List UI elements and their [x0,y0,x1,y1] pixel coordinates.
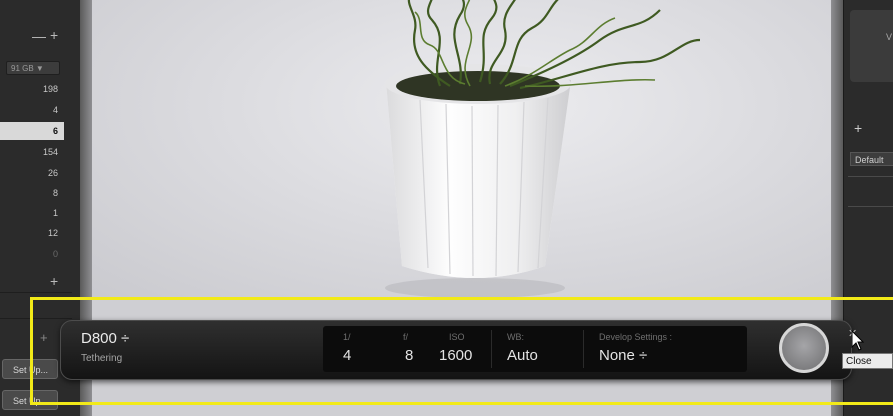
capture-shutter-button[interactable] [779,323,829,373]
folder-count[interactable]: 0 [0,245,64,263]
tether-capture-bar: D800 ÷ Tethering 1/ 4 f/ 8 ISO 1600 WB: … [60,320,857,380]
setup-button[interactable]: Set Up... [2,359,58,379]
develop-settings-label: Develop Settings : [599,332,673,342]
preset-dropdown[interactable]: Default [850,152,893,166]
folder-count[interactable]: 12 [0,224,64,242]
divider [491,330,492,368]
shutter-speed-label: 1/ [343,332,351,342]
camera-settings-panel: 1/ 4 f/ 8 ISO 1600 WB: Auto Develop Sett… [323,326,747,372]
divider [0,292,72,293]
add-preset-plus-icon[interactable]: + [854,120,862,136]
aperture-value: 8 [405,347,414,364]
folder-count[interactable]: 1 [0,204,64,222]
photo-preview [80,0,843,300]
camera-selector[interactable]: D800 ÷ [81,330,129,347]
folder-count[interactable]: 26 [0,164,64,182]
iso-value: 1600 [439,347,473,364]
divider [0,318,72,319]
folder-count[interactable]: 8 [0,184,64,202]
white-balance-value: Auto [507,347,538,364]
develop-settings-dropdown[interactable]: None ÷ [599,347,647,364]
panel-text: V [886,32,893,42]
divider [848,206,893,207]
close-tooltip: Close [842,353,893,369]
folder-count-selected[interactable]: 6 [0,122,64,140]
storage-dropdown[interactable]: 91 GB ▼ [6,61,60,75]
mouse-cursor-icon [851,330,865,351]
folder-count[interactable]: 198 [0,80,64,98]
add-collection-plus-icon[interactable]: + [50,273,58,289]
shutter-speed-value: 4 [343,347,352,364]
plant-pot-image [385,0,701,298]
folder-count[interactable]: 4 [0,101,64,119]
folder-count[interactable]: 154 [0,143,64,161]
divider [848,176,893,177]
divider [583,330,584,368]
add-plus-icon[interactable]: + [40,330,48,345]
histogram-box [850,10,893,82]
setup-button-2[interactable]: Set Up... [2,390,58,410]
collapse-minus-icon[interactable]: — [32,28,46,44]
white-balance-label: WB: [507,332,524,342]
iso-label: ISO [449,332,465,342]
tethering-status: Tethering [81,353,123,364]
aperture-label: f/ [403,332,409,342]
add-plus-icon[interactable]: + [50,27,58,43]
